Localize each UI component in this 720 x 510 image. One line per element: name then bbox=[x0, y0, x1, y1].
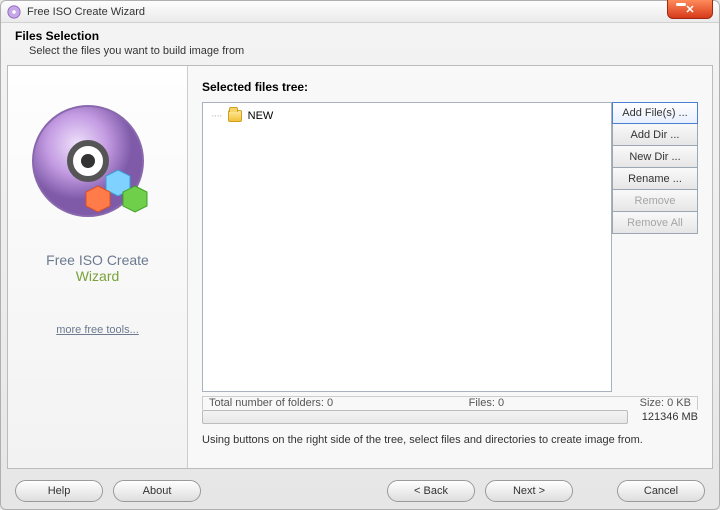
hint-text: Using buttons on the right side of the t… bbox=[202, 434, 698, 446]
files-tree[interactable]: ···· NEW bbox=[202, 102, 612, 392]
tree-root-node[interactable]: ···· NEW bbox=[209, 109, 605, 123]
folder-count: Total number of folders: 0 bbox=[209, 397, 333, 409]
about-button[interactable]: About bbox=[113, 480, 201, 502]
capacity-bar bbox=[202, 410, 628, 424]
tree-node-label: NEW bbox=[248, 110, 274, 122]
more-tools-link[interactable]: more free tools... bbox=[56, 324, 139, 336]
close-button[interactable]: ✕ bbox=[667, 0, 713, 19]
add-dir-button[interactable]: Add Dir ... bbox=[612, 124, 698, 146]
app-logo bbox=[28, 96, 168, 246]
titlebar: Free ISO Create Wizard ✕ bbox=[1, 1, 719, 23]
tree-buttons: Add File(s) ... Add Dir ... New Dir ... … bbox=[612, 102, 698, 392]
help-button[interactable]: Help bbox=[15, 480, 103, 502]
wizard-body: Free ISO Create Wizard more free tools..… bbox=[7, 65, 713, 469]
remove-button[interactable]: Remove bbox=[612, 190, 698, 212]
stats-bar: Total number of folders: 0 Files: 0 Size… bbox=[202, 396, 698, 410]
remove-all-button[interactable]: Remove All bbox=[612, 212, 698, 234]
capacity-label: 121346 MB bbox=[642, 411, 698, 423]
app-title: Free ISO Create Wizard bbox=[46, 252, 149, 284]
app-icon bbox=[7, 5, 21, 19]
step-header: Files Selection Select the files you wan… bbox=[1, 23, 719, 65]
size-value: Size: 0 KB bbox=[640, 397, 691, 409]
app-title-line1: Free ISO Create bbox=[46, 252, 149, 268]
step-subheading: Select the files you want to build image… bbox=[15, 45, 705, 57]
tree-expand-icon: ···· bbox=[211, 110, 222, 122]
rename-button[interactable]: Rename ... bbox=[612, 168, 698, 190]
tree-label: Selected files tree: bbox=[202, 80, 698, 94]
next-button[interactable]: Next > bbox=[485, 480, 573, 502]
file-count: Files: 0 bbox=[469, 397, 504, 409]
new-dir-button[interactable]: New Dir ... bbox=[612, 146, 698, 168]
wizard-window: Free ISO Create Wizard ✕ Files Selection… bbox=[0, 0, 720, 510]
sidebar: Free ISO Create Wizard more free tools..… bbox=[8, 66, 188, 468]
folder-icon bbox=[228, 110, 242, 122]
cancel-button[interactable]: Cancel bbox=[617, 480, 705, 502]
app-title-line2: Wizard bbox=[46, 268, 149, 284]
main-panel: Selected files tree: ···· NEW Add File(s… bbox=[188, 66, 712, 468]
add-files-button[interactable]: Add File(s) ... bbox=[612, 102, 698, 124]
footer: Help About < Back Next > Cancel bbox=[1, 473, 719, 509]
close-icon: ✕ bbox=[685, 3, 694, 16]
step-heading: Files Selection bbox=[15, 29, 705, 43]
window-title: Free ISO Create Wizard bbox=[27, 6, 145, 18]
back-button[interactable]: < Back bbox=[387, 480, 475, 502]
